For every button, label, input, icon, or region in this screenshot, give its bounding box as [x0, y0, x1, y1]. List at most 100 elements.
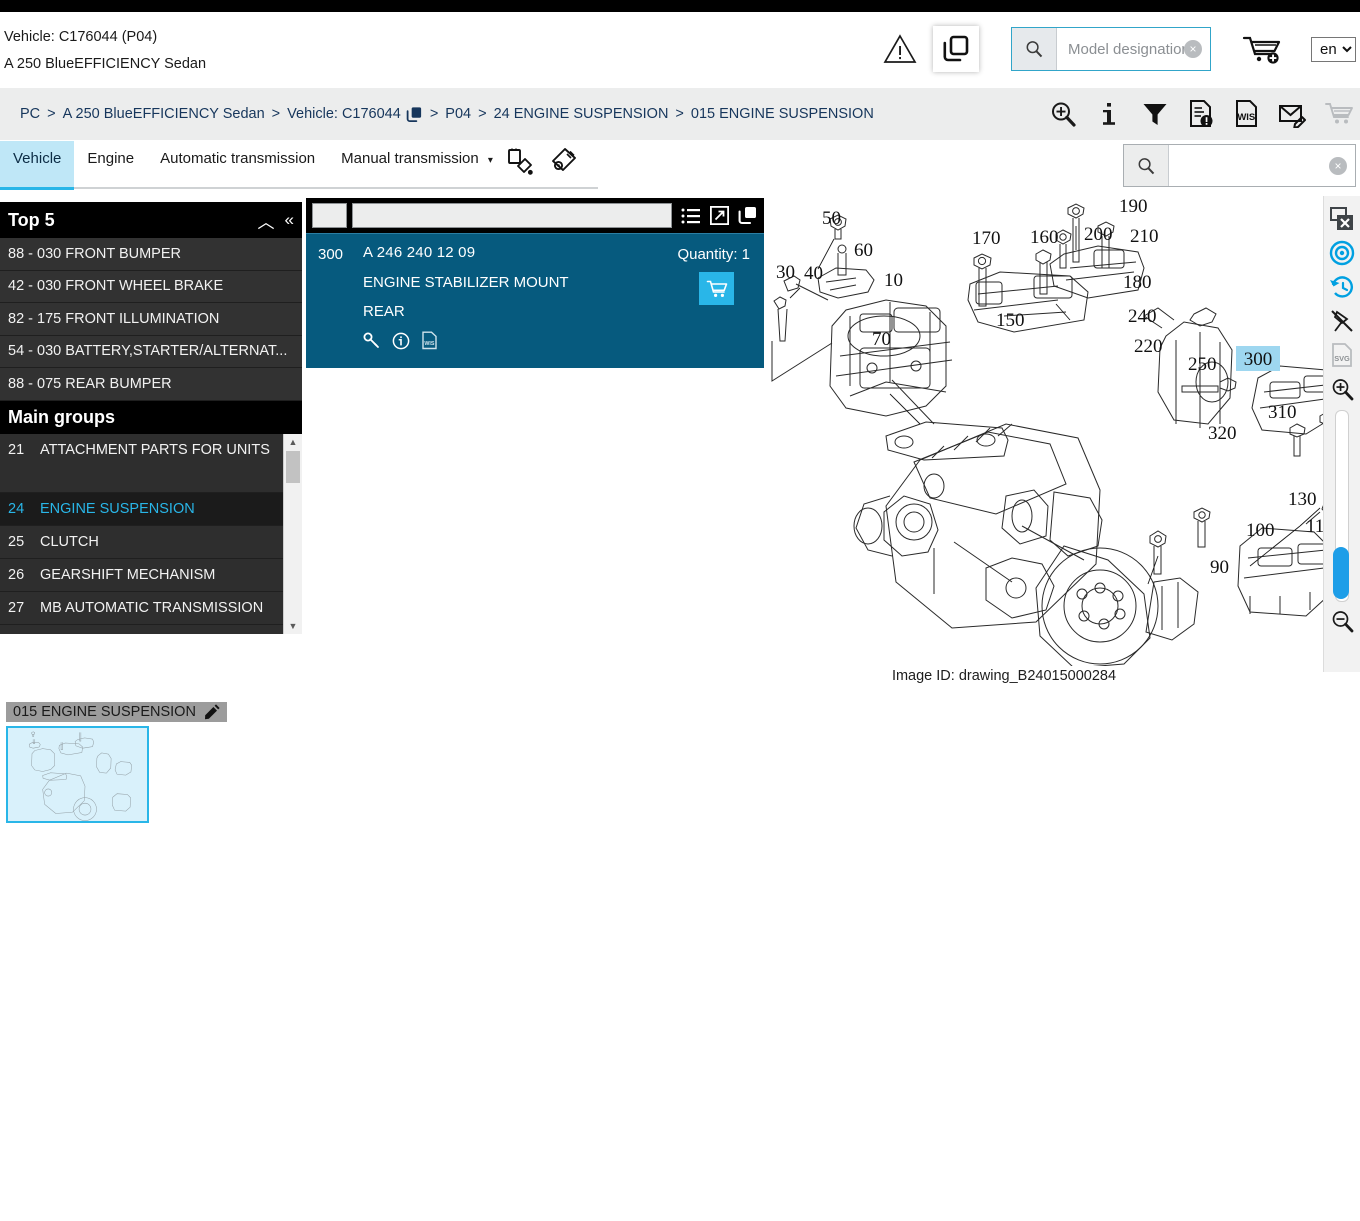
main-group-label: ENGINE SUSPENSION: [40, 500, 195, 517]
callout-200: 200: [1084, 224, 1113, 245]
tab-search-box[interactable]: ×: [1123, 144, 1356, 187]
filter-icon[interactable]: [1140, 99, 1170, 129]
callout-90: 90: [1210, 557, 1229, 578]
paint-code-icon[interactable]: [505, 146, 535, 178]
callout-60: 60: [854, 240, 873, 261]
vehicle-model-line: A 250 BlueEFFICIENCY Sedan: [4, 56, 207, 72]
parts-panel: 300 A 246 240 12 09 ENGINE STABILIZER MO…: [306, 198, 764, 368]
tab-manual-transmission[interactable]: Manual transmission ▾: [328, 141, 506, 187]
copy-icon[interactable]: [738, 206, 758, 225]
tab-vehicle[interactable]: Vehicle: [0, 141, 75, 190]
exploded-view-diagram[interactable]: 50 60 30 40 10 70 150 170 160 200 190 21…: [764, 196, 1360, 666]
breadcrumb-item-vehicle[interactable]: Vehicle: C176044: [287, 106, 401, 122]
parts-filter-field[interactable]: [352, 203, 672, 228]
chevron-up-icon[interactable]: ︿: [258, 208, 275, 233]
breadcrumb-separator: >: [675, 106, 684, 122]
parts-drawing[interactable]: 50 60 30 40 10 70 150 170 160 200 190 21…: [764, 196, 1360, 666]
main-group-number: 21: [8, 441, 25, 458]
scroll-down-arrow-icon[interactable]: ▼: [284, 618, 302, 634]
expand-icon[interactable]: [710, 206, 729, 225]
edit-icon[interactable]: [204, 704, 220, 720]
top5-item-4[interactable]: 88 - 075 REAR BUMPER: [0, 368, 302, 401]
breadcrumb-item-pc[interactable]: PC: [20, 106, 40, 122]
breadcrumb-item-p04[interactable]: P04: [445, 106, 471, 122]
close-window-icon[interactable]: [1327, 202, 1357, 236]
tab-label: Vehicle: [13, 150, 62, 167]
history-reset-icon[interactable]: [1327, 270, 1357, 304]
main-group-number: 25: [8, 533, 25, 550]
zoom-in-icon[interactable]: [1327, 372, 1357, 406]
cart-icon[interactable]: [1324, 99, 1354, 129]
mail-edit-icon[interactable]: [1278, 99, 1308, 129]
breadcrumb-item-group[interactable]: 24 ENGINE SUSPENSION: [494, 106, 669, 122]
main-group-item-25[interactable]: 25 CLUTCH: [0, 526, 302, 559]
tab-label: Manual transmission: [341, 150, 479, 167]
cart-add-icon[interactable]: [1239, 27, 1287, 71]
top5-item-3[interactable]: 54 - 030 BATTERY,STARTER/ALTERNAT...: [0, 336, 302, 368]
top5-item-1[interactable]: 42 - 030 FRONT WHEEL BRAKE: [0, 271, 302, 303]
breadcrumb-item-subgroup[interactable]: 015 ENGINE SUSPENSION: [691, 106, 874, 122]
svg-text:WIS: WIS: [424, 341, 434, 347]
callout-320: 320: [1208, 423, 1237, 444]
scroll-up-arrow-icon[interactable]: ▲: [284, 434, 302, 450]
language-select[interactable]: en: [1311, 36, 1356, 62]
main-group-item-21[interactable]: 21 ATTACHMENT PARTS FOR UNITS: [0, 434, 302, 493]
breadcrumb-item-model[interactable]: A 250 BlueEFFICIENCY Sedan: [63, 106, 265, 122]
part-action-icons: WIS: [363, 331, 752, 350]
callout-160: 160: [1030, 227, 1059, 248]
header-actions: × en: [877, 18, 1360, 80]
clear-icon[interactable]: ×: [1184, 40, 1202, 58]
top5-item-0[interactable]: 88 - 030 FRONT BUMPER: [0, 238, 302, 271]
image-id-label: Image ID: drawing_B24015000284: [891, 668, 1117, 684]
callout-70: 70: [872, 329, 891, 350]
main-group-item-27[interactable]: 27 MB AUTOMATIC TRANSMISSION: [0, 592, 302, 625]
add-to-cart-icon[interactable]: [699, 272, 734, 305]
clear-icon[interactable]: ×: [1329, 156, 1347, 175]
list-view-icon[interactable]: [681, 207, 701, 225]
top5-list: 88 - 030 FRONT BUMPER 42 - 030 FRONT WHE…: [0, 238, 302, 401]
callout-50: 50: [822, 208, 841, 229]
main-group-item-26[interactable]: 26 GEARSHIFT MECHANISM: [0, 559, 302, 592]
zoom-slider-thumb[interactable]: [1333, 547, 1349, 599]
part-quantity: Quantity: 1: [677, 246, 750, 263]
wis-document-icon[interactable]: WIS: [421, 331, 438, 350]
main-groups-header: Main groups: [0, 400, 302, 434]
zoom-slider[interactable]: [1333, 410, 1349, 602]
engine-code-icon[interactable]: [549, 146, 579, 178]
zoom-in-icon[interactable]: [1048, 99, 1078, 129]
copy-icon[interactable]: [933, 26, 979, 72]
main-group-label: CLUTCH: [40, 533, 99, 550]
scrollbar-thumb[interactable]: [286, 450, 300, 483]
wis-document-icon[interactable]: WIS: [1232, 99, 1262, 129]
breadcrumb-separator: >: [271, 106, 281, 122]
callout-300: 300: [1244, 349, 1273, 370]
tab-automatic-transmission[interactable]: Automatic transmission: [147, 141, 328, 187]
main-group-label: ATTACHMENT PARTS FOR UNITS: [40, 441, 270, 458]
svg-export-icon[interactable]: SVG: [1327, 338, 1357, 372]
part-card[interactable]: 300 A 246 240 12 09 ENGINE STABILIZER MO…: [306, 233, 764, 368]
model-search-box[interactable]: ×: [1011, 27, 1211, 71]
info-icon[interactable]: [1094, 99, 1124, 129]
key-icon[interactable]: [363, 332, 381, 350]
tab-extra-icons: [505, 146, 579, 178]
main-group-number: 26: [8, 566, 25, 583]
callout-130: 130: [1288, 489, 1317, 510]
warning-triangle-icon[interactable]: [877, 26, 923, 72]
main-group-label: GEARSHIFT MECHANISM: [40, 566, 216, 583]
target-icon[interactable]: [1327, 236, 1357, 270]
callout-180: 180: [1123, 272, 1152, 293]
chevron-double-left-icon[interactable]: «: [285, 210, 294, 230]
breadcrumb-bar: PC > A 250 BlueEFFICIENCY Sedan > Vehicl…: [0, 88, 1360, 140]
document-alert-icon[interactable]: [1186, 99, 1216, 129]
tab-engine[interactable]: Engine: [74, 141, 147, 187]
top5-item-2[interactable]: 82 - 175 FRONT ILLUMINATION: [0, 303, 302, 336]
unpin-icon[interactable]: [1327, 304, 1357, 338]
zoom-out-icon[interactable]: [1327, 604, 1357, 638]
language-selector[interactable]: en: [1311, 36, 1356, 62]
left-sidebar: Top 5 ︿ « 88 - 030 FRONT BUMPER 42 - 030…: [0, 202, 302, 634]
main-group-item-24[interactable]: 24 ENGINE SUSPENSION: [0, 492, 302, 526]
info-circle-icon[interactable]: [392, 332, 410, 350]
main-groups-scrollbar[interactable]: ▲ ▼: [283, 433, 302, 634]
subgroup-thumbnail[interactable]: [6, 726, 149, 823]
copy-small-icon[interactable]: [406, 106, 423, 123]
